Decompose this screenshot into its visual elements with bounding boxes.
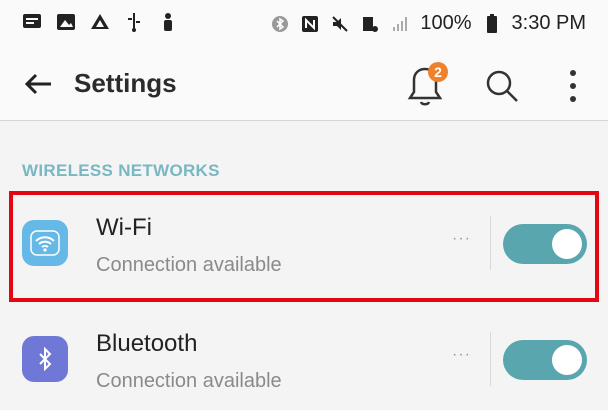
- back-arrow-icon: [24, 73, 51, 95]
- drive-icon: [90, 12, 110, 32]
- wifi-icon: [22, 220, 68, 266]
- section-header-wireless: WIRELESS NETWORKS: [22, 161, 220, 180]
- nfc-icon: [300, 14, 320, 34]
- status-right-icons: 100% 3:30 PM: [270, 12, 586, 35]
- bluetooth-status-icon: [270, 14, 290, 34]
- more-options-button[interactable]: [558, 62, 588, 110]
- message-icon: [22, 12, 42, 32]
- gallery-icon: [56, 12, 76, 32]
- back-button[interactable]: [18, 64, 58, 104]
- search-icon: [486, 70, 518, 102]
- clock: 3:30 PM: [511, 12, 586, 34]
- setting-row-wifi[interactable]: Wi-Fi Connection available ···: [0, 190, 608, 294]
- wifi-status-icon: [360, 14, 380, 34]
- toggle-knob: [552, 345, 582, 375]
- mute-icon: [330, 14, 350, 34]
- wifi-toggle[interactable]: [503, 224, 587, 264]
- row-title: Bluetooth: [96, 330, 198, 357]
- row-divider: [490, 332, 491, 386]
- more-vert-icon: [570, 70, 576, 102]
- notifications-button[interactable]: 2: [398, 58, 452, 112]
- bluetooth-details-button[interactable]: ···: [452, 346, 471, 364]
- app-bar: Settings 2: [0, 46, 608, 121]
- toggle-knob: [552, 229, 582, 259]
- row-subtitle: Connection available: [96, 370, 282, 392]
- signal-icon: [390, 14, 410, 34]
- bluetooth-toggle[interactable]: [503, 340, 587, 380]
- search-button[interactable]: [480, 64, 524, 108]
- status-bar: 100% 3:30 PM: [0, 0, 608, 46]
- row-divider: [490, 216, 491, 270]
- row-title: Wi-Fi: [96, 214, 152, 241]
- notification-badge: 2: [428, 62, 448, 82]
- status-left-icons: [22, 12, 178, 32]
- bluetooth-icon: [22, 336, 68, 382]
- battery-icon: [482, 13, 502, 34]
- person-icon: [158, 12, 178, 32]
- battery-percent: 100%: [420, 12, 472, 34]
- setting-row-bluetooth[interactable]: Bluetooth Connection available ···: [0, 306, 608, 410]
- row-subtitle: Connection available: [96, 254, 282, 276]
- wifi-details-button[interactable]: ···: [452, 230, 471, 248]
- usb-icon: [124, 12, 144, 32]
- page-title: Settings: [74, 68, 177, 98]
